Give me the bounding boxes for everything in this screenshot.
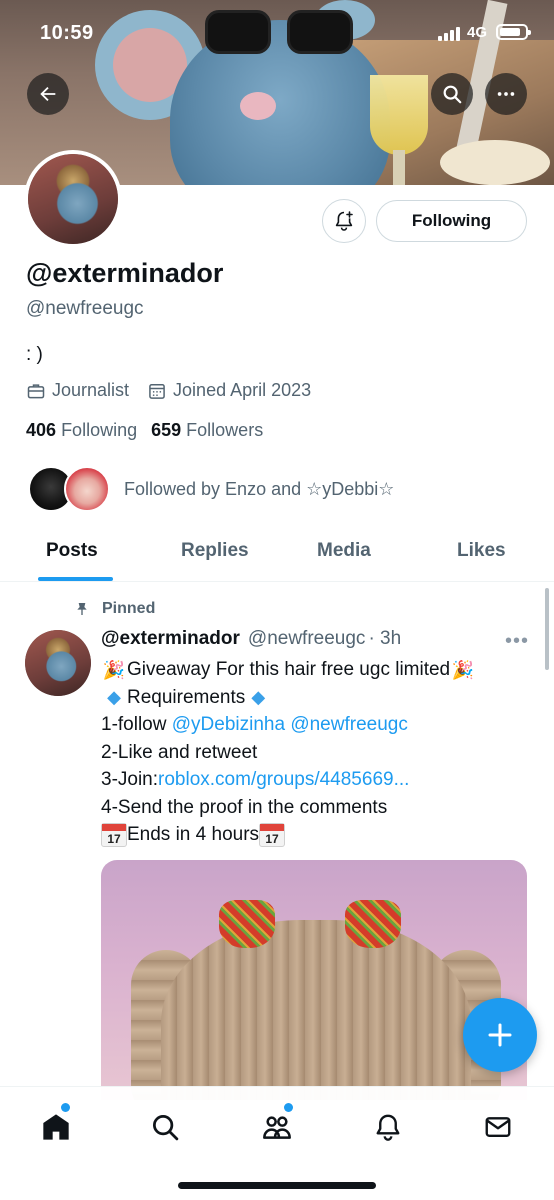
- profile-joined: Joined April 2023: [147, 380, 311, 401]
- category-label: Journalist: [52, 380, 130, 400]
- back-button[interactable]: [27, 73, 69, 115]
- search-icon: [153, 1115, 179, 1141]
- pin-icon: [77, 603, 87, 615]
- scrollbar[interactable]: [545, 588, 549, 670]
- tweet-media-image[interactable]: [101, 860, 527, 1100]
- battery-icon: [496, 24, 531, 40]
- plus-icon: [488, 1023, 512, 1047]
- tweet-line: 1-follow @yDebizinha @newfreeugc: [101, 711, 531, 739]
- following-label: Following: [61, 420, 138, 440]
- tweet-line-text: 3-Join:: [101, 769, 159, 790]
- avatar-image: [28, 154, 118, 244]
- tab-media[interactable]: Media: [317, 540, 371, 562]
- tab-replies[interactable]: Replies: [181, 540, 249, 562]
- followers-count: 659: [151, 420, 182, 440]
- follower-avatar: [64, 466, 110, 512]
- profile-avatar[interactable]: [24, 150, 122, 248]
- hair-model: [161, 920, 471, 1100]
- status-bar: 10:59 4G: [0, 0, 554, 66]
- arrow-left-icon: [40, 86, 56, 102]
- banner-mouse-nose: [240, 92, 276, 120]
- messages-icon: [485, 1117, 511, 1137]
- tweet-line: 17 Ends in 4 hours 17: [101, 821, 531, 849]
- profile-bio: : ): [26, 344, 43, 365]
- banner-bowl: [440, 140, 550, 185]
- tweet-more-icon[interactable]: •••: [505, 630, 529, 653]
- plaid-bow: [345, 900, 401, 948]
- tweet-time: · 3h: [368, 628, 402, 649]
- home-indicator: [178, 1182, 376, 1189]
- home-notification-dot: [61, 1103, 70, 1112]
- tweet-line: 3-Join: roblox.com/groups/4485669...: [101, 766, 531, 794]
- search-icon: [443, 85, 462, 104]
- tweet-author-handle[interactable]: @newfreeugc: [248, 628, 366, 650]
- plaid-bow: [219, 900, 275, 948]
- profile-category: Journalist: [26, 380, 129, 401]
- banner-drink-stem: [393, 150, 405, 185]
- calendar-emoji-icon: 17: [259, 822, 286, 847]
- nav-notifications[interactable]: [368, 1107, 408, 1147]
- following-count: 406: [26, 420, 57, 440]
- calendar-icon: [149, 383, 165, 399]
- profile-meta: Journalist Joined April 2023: [26, 380, 329, 401]
- active-tab-indicator: [38, 577, 113, 581]
- followers-stat[interactable]: 659 Followers: [151, 420, 263, 441]
- calendar-emoji-icon: 17: [101, 822, 127, 847]
- search-button[interactable]: [431, 73, 473, 115]
- avatar-image: [25, 630, 91, 696]
- profile-tabs: Posts Replies Media Likes: [0, 530, 554, 582]
- pinned-text: Pinned: [102, 600, 156, 617]
- profile-handle: @newfreeugc: [26, 298, 144, 319]
- gem-icon: ◆: [107, 687, 121, 708]
- tab-likes[interactable]: Likes: [457, 540, 506, 562]
- home-icon: [43, 1114, 69, 1140]
- nav-messages[interactable]: [478, 1107, 518, 1147]
- more-icon: [497, 92, 515, 96]
- more-button[interactable]: [485, 73, 527, 115]
- tweet-line: 2-Like and retweet: [101, 741, 258, 763]
- tweet-line-text: Requirements: [127, 686, 246, 708]
- following-stat[interactable]: 406 Following: [26, 420, 137, 441]
- tweet-line-text: Giveaway For this hair free ugc limited: [127, 659, 451, 680]
- tweet-line: 🎉 Giveaway For this hair free ugc limite…: [101, 656, 531, 684]
- bell-plus-icon: [335, 211, 353, 231]
- tweet-text[interactable]: 🎉 Giveaway For this hair free ugc limite…: [101, 656, 531, 849]
- status-time: 10:59: [40, 22, 94, 44]
- followed-by[interactable]: Followed by Enzo and ☆yDebbi☆: [28, 466, 394, 512]
- tweet-avatar[interactable]: [25, 630, 91, 696]
- nav-home[interactable]: [36, 1107, 76, 1147]
- tweet-line-text: 1-follow: [101, 714, 172, 735]
- display-name: @exterminador: [26, 258, 224, 288]
- network-label: 4G: [467, 24, 488, 41]
- notify-button[interactable]: [322, 199, 366, 243]
- tweet-line: ◆ Requirements ◆: [101, 684, 531, 712]
- party-popper-icon: 🎉: [451, 659, 475, 680]
- mention-link[interactable]: @newfreeugc: [290, 711, 408, 739]
- followed-by-text: Followed by Enzo and ☆yDebbi☆: [124, 478, 395, 499]
- communities-icon: [263, 1116, 291, 1139]
- tweet-line-text: Ends in 4 hours: [127, 824, 260, 845]
- signal-icon: [438, 25, 460, 41]
- notifications-icon: [376, 1114, 400, 1141]
- following-button[interactable]: Following: [376, 200, 527, 242]
- mention-link[interactable]: @yDebizinha: [172, 711, 285, 739]
- communities-notification-dot: [284, 1103, 293, 1112]
- briefcase-icon: [27, 383, 45, 398]
- nav-communities[interactable]: [257, 1107, 297, 1147]
- followers-label: Followers: [186, 420, 264, 440]
- follow-stats: 406 Following 659 Followers: [26, 420, 263, 441]
- gem-icon: ◆: [251, 687, 266, 708]
- tab-posts[interactable]: Posts: [46, 540, 98, 562]
- banner-drink: [370, 75, 428, 155]
- pinned-label: Pinned: [74, 600, 155, 618]
- party-popper-icon: 🎉: [102, 659, 126, 680]
- tweet-author-name[interactable]: @exterminador: [101, 628, 240, 650]
- tweet-line: 4-Send the proof in the comments: [101, 796, 388, 818]
- compose-button[interactable]: [463, 998, 537, 1072]
- nav-search[interactable]: [145, 1107, 185, 1147]
- group-link[interactable]: roblox.com/groups/4485669...: [158, 766, 409, 794]
- joined-label: Joined April 2023: [173, 380, 312, 400]
- tweet-header: @exterminador @newfreeugc · 3h: [101, 628, 401, 650]
